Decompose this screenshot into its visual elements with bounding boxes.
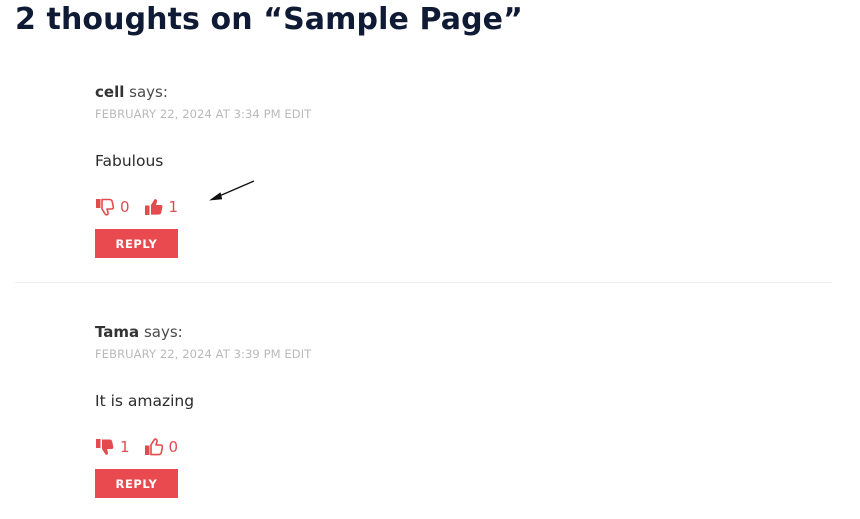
reply-button[interactable]: REPLY <box>95 469 178 498</box>
comments-heading: 2 thoughts on “Sample Page” <box>15 2 523 37</box>
comment-meta: February 22, 2024 at 3:34 pm Edit <box>95 107 835 122</box>
comment-meta: February 22, 2024 at 3:39 pm Edit <box>95 347 835 362</box>
comment-edit-link[interactable]: Edit <box>284 347 311 361</box>
comment-date-link[interactable]: February 22, 2024 at 3:34 pm <box>95 107 281 121</box>
thumbs-up-outline-icon <box>144 438 164 456</box>
comment-rating: 1 0 <box>95 437 835 457</box>
comment-author: Tama <box>95 323 140 341</box>
comment-author-line: cell says: <box>95 82 835 102</box>
comment: cell says: February 22, 2024 at 3:34 pm … <box>95 82 835 258</box>
comment-author: cell <box>95 83 125 101</box>
thumbs-up-filled-icon <box>144 198 164 216</box>
comment-text: It is amazing <box>95 392 195 410</box>
comment-says-label: says: <box>129 83 168 101</box>
comment-date-link[interactable]: February 22, 2024 at 3:39 pm <box>95 347 281 361</box>
comment: Tama says: February 22, 2024 at 3:39 pm … <box>95 322 835 498</box>
comment-says-label: says: <box>143 323 183 341</box>
comment-edit-link[interactable]: Edit <box>284 107 311 121</box>
like-button[interactable]: 0 <box>144 438 179 456</box>
thumbs-down-outline-icon <box>95 198 115 216</box>
dislike-button[interactable]: 1 <box>95 438 130 456</box>
comments-section: 2 thoughts on “Sample Page” cell says: F… <box>0 0 860 519</box>
comment-divider <box>15 282 832 283</box>
reply-button[interactable]: REPLY <box>95 229 178 258</box>
like-count: 0 <box>168 438 179 456</box>
like-count: 1 <box>168 198 179 216</box>
comment-text: Fabulous <box>95 152 164 170</box>
thumbs-down-filled-icon <box>95 438 115 456</box>
dislike-count: 0 <box>120 198 130 216</box>
comment-author-line: Tama says: <box>95 322 835 342</box>
dislike-button[interactable]: 0 <box>95 198 130 216</box>
dislike-count: 1 <box>120 438 130 456</box>
like-button[interactable]: 1 <box>144 198 179 216</box>
annotation-arrow-icon <box>205 178 257 208</box>
